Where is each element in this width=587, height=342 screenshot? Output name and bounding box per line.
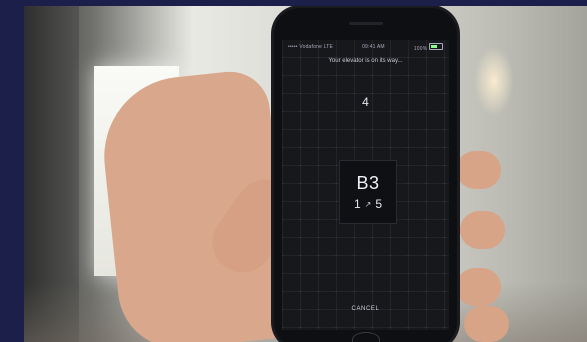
battery-status: 100% [413,42,443,52]
status-message: Your elevator is on its way... [328,58,403,64]
wall-lamp [474,46,514,116]
finger [456,151,501,189]
to-floor: 5 [375,197,383,211]
status-bar: ••••• Vodafone LTE 09:41 AM 100% [282,40,449,54]
from-floor: 1 [353,197,361,211]
elevator-id: B3 [356,173,380,193]
earpiece [349,22,383,25]
phone-screen: ••••• Vodafone LTE 09:41 AM 100% Your el… [282,40,449,330]
carrier-label: ••••• Vodafone LTE [288,44,334,50]
route: 1 ↗ 5 [354,197,382,211]
finger [460,211,505,249]
arrow-icon: ↗ [364,199,372,209]
finger [464,306,509,342]
home-button[interactable] [352,332,380,342]
cancel-button[interactable]: CANCEL [282,306,449,312]
battery-percent: 100% [413,45,428,52]
clock: 09:41 AM [362,44,385,50]
phone: ••••• Vodafone LTE 09:41 AM 100% Your el… [274,8,457,342]
finger [456,268,501,306]
elevator-card: B3 1 ↗ 5 [339,160,397,224]
battery-icon [428,42,443,50]
photo-frame: ••••• Vodafone LTE 09:41 AM 100% Your el… [24,6,587,342]
current-floor-indicator: 4 [362,95,369,109]
